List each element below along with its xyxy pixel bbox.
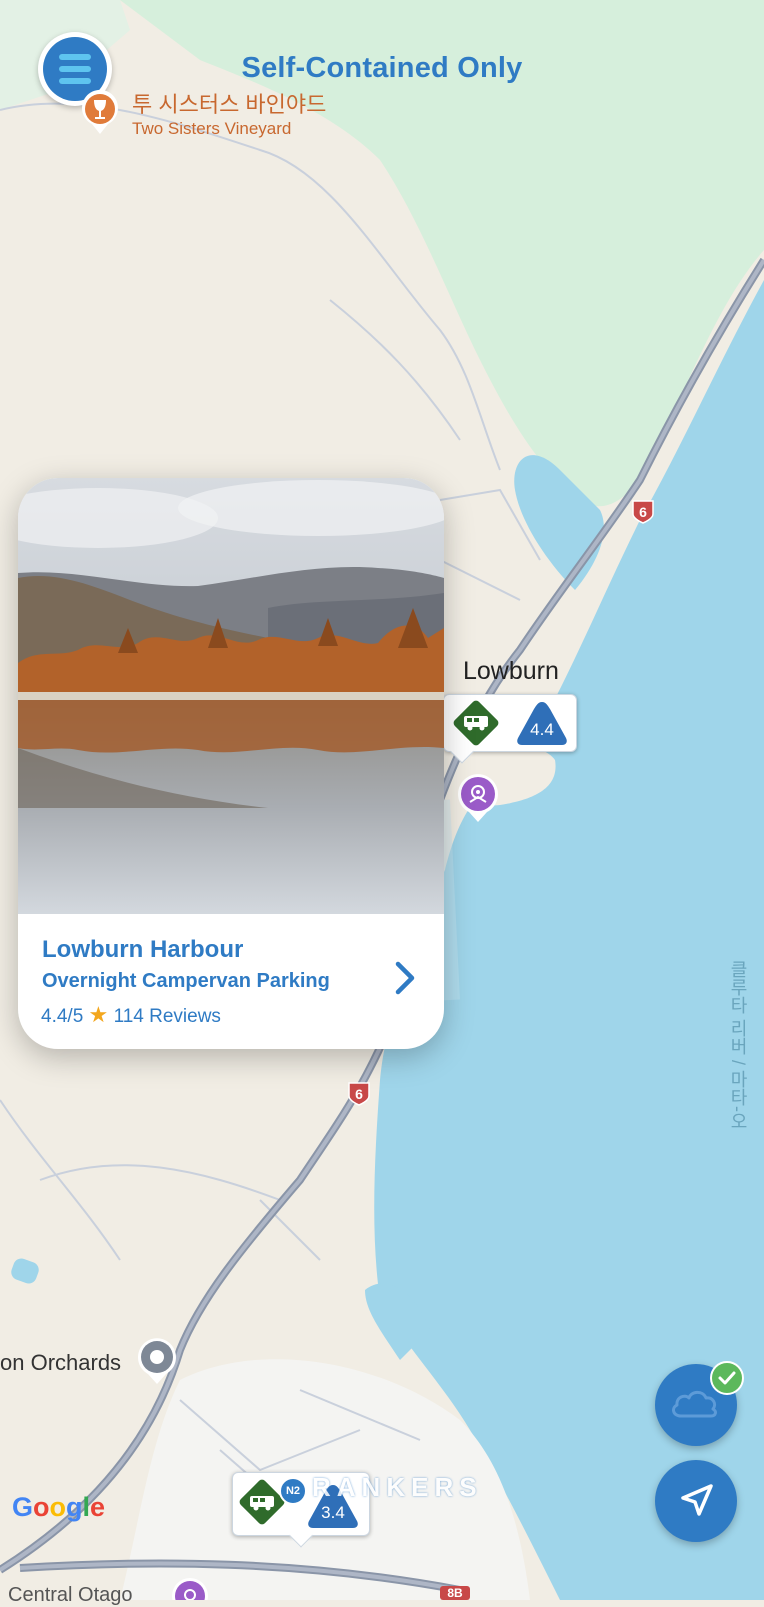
place-photo (18, 478, 444, 914)
review-count[interactable]: 114 Reviews (114, 1006, 221, 1027)
town-label: Lowburn (463, 657, 559, 685)
chevron-right-icon[interactable] (390, 958, 420, 998)
filter-title[interactable]: Self-Contained Only (0, 52, 764, 85)
poi-name-korean[interactable]: 투 시스터스 바인야드 (132, 87, 326, 119)
google-logo: Google (12, 1492, 106, 1522)
my-location-button[interactable] (655, 1460, 737, 1542)
place-card[interactable]: Lowburn Harbour Overnight Campervan Park… (18, 478, 444, 1049)
location-pin-icon[interactable] (136, 1336, 178, 1386)
star-icon: ★ (88, 1002, 109, 1027)
highway-shield: 6 (348, 1082, 370, 1106)
central-otago-label: Central Otago (8, 1584, 133, 1606)
campsite-marker[interactable]: 4.4 (443, 694, 577, 764)
watermark: RANKERS (312, 1472, 483, 1502)
place-category: Overnight Campervan Parking (42, 970, 330, 992)
n2-badge: N2 (279, 1477, 307, 1505)
place-title: Lowburn Harbour (42, 936, 244, 963)
place-rating: 4.4/5 ★ 114 Reviews (41, 1002, 221, 1028)
wine-glass-icon[interactable] (80, 88, 120, 136)
attraction-icon[interactable] (170, 1576, 210, 1600)
rating-value: 4.4/5 (41, 1006, 84, 1027)
river-label: 클루타 리버 / 마타-오 (728, 960, 748, 1130)
sync-check-icon (710, 1361, 744, 1395)
rating-triangle: 4.4 (516, 700, 568, 746)
orchards-label[interactable]: on Orchards (0, 1350, 121, 1376)
highway-shield: 8B (440, 1586, 470, 1600)
navigation-arrow-icon (681, 1484, 713, 1516)
attraction-icon[interactable] (456, 772, 500, 824)
poi-name-english[interactable]: Two Sisters Vineyard (132, 119, 291, 139)
highway-shield: 6 (632, 500, 654, 524)
